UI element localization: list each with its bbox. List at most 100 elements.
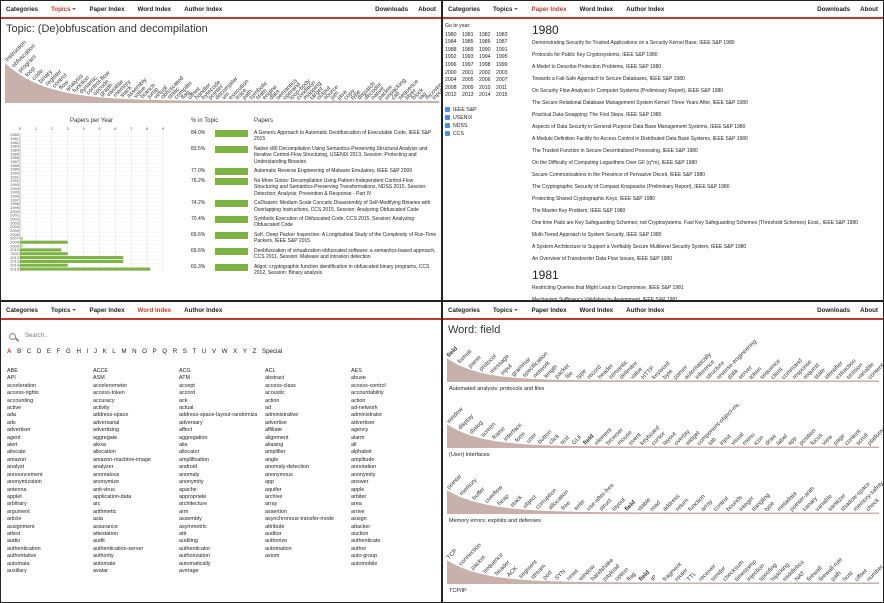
word-link[interactable]: arbiter [351,494,429,501]
paper-link[interactable]: Aspects of Data Security in General-Purp… [532,124,882,130]
nav-topics[interactable]: Topics [493,6,519,13]
word-link[interactable]: argument [7,509,85,516]
word-link[interactable]: avatar [93,568,171,575]
letter-link[interactable]: O [142,348,147,355]
word-link[interactable]: alert [7,442,85,449]
word-link[interactable]: authorize [265,538,343,545]
paper-link[interactable]: A System Architecture to Support a Verif… [532,244,882,250]
word-link[interactable]: acoustic [265,390,343,397]
paper-link[interactable]: Practical Data-Swapping: The First Steps… [532,112,882,118]
paper-link[interactable]: The Secure Relational Database Managemen… [532,100,882,106]
year-link[interactable]: 1988 [445,47,462,55]
year-link[interactable]: 1982 [479,32,496,40]
topic-word[interactable]: TCP [446,548,459,561]
year-link[interactable]: 1991 [496,47,513,55]
nav-author-index[interactable]: Author Index [626,307,664,314]
word-link[interactable]: automate [93,561,171,568]
nav-word-index[interactable]: Word Index [580,6,614,13]
nav-paper-index[interactable]: Paper Index [531,6,566,13]
letter-link[interactable]: Special [262,348,282,355]
search-box[interactable]: Search.. [9,330,429,342]
word-link[interactable]: amplitude [351,457,429,464]
word-link[interactable]: ada [7,412,85,419]
word-link[interactable]: anonymous [265,472,343,479]
word-link[interactable]: article [7,516,85,523]
word-link[interactable]: anonymity [179,479,257,486]
word-link[interactable]: alexa [93,442,171,449]
topic-word[interactable]: text [560,435,571,446]
word-link[interactable]: address-space [93,412,171,419]
year-link[interactable]: 1984 [445,39,462,47]
word-link[interactable]: apache [179,487,257,494]
nav-author-index[interactable]: Author Index [184,307,222,314]
year-link[interactable]: 2013 [462,92,479,100]
word-link[interactable]: attr [179,531,257,538]
word-link[interactable]: activity [93,405,171,412]
year-link[interactable]: 2002 [479,70,496,78]
word-link[interactable]: advertise [265,420,343,427]
venue-filter[interactable]: USENIX [445,114,525,122]
word-link[interactable]: array [265,501,343,508]
word-link[interactable]: allocation [93,449,171,456]
word-link[interactable]: advertiser [351,420,429,427]
nav-about[interactable]: About [860,307,878,314]
word-link[interactable]: average [179,568,257,575]
paper-link[interactable]: The Master Key Problem, IEEE S&P 1980 [532,208,882,214]
letter-link[interactable]: Y [243,348,247,355]
topic-word[interactable]: offset [854,568,869,583]
topic-word[interactable]: user [526,432,538,444]
year-link[interactable]: 1993 [462,54,479,62]
word-link[interactable]: auxiliary [7,568,85,575]
year-link[interactable]: 1983 [496,32,513,40]
letter-link[interactable]: U [202,348,206,355]
word-link[interactable]: auditor [265,531,343,538]
nav-categories[interactable]: Categories [6,6,38,13]
word-link[interactable]: ad [265,405,343,412]
word-link[interactable]: auto-group [351,553,429,560]
venue-filter[interactable]: CCS [445,130,525,138]
paper-link[interactable]: SoK: Deep Packer Inspection: A Longitudi… [254,232,438,245]
year-link[interactable]: 1987 [496,39,513,47]
word-link[interactable]: access-rights [7,390,85,397]
word-link[interactable]: application-data [93,494,171,501]
word-link[interactable]: abstract [265,375,343,382]
year-link[interactable]: 2000 [445,70,462,78]
topic-word[interactable]: port [542,570,554,582]
nav-downloads[interactable]: Downloads [375,6,408,13]
word-link[interactable]: annotation [351,464,429,471]
word-link[interactable]: android [179,464,257,471]
word-link[interactable]: accountability [351,390,429,397]
year-link[interactable]: 2015 [496,92,513,100]
year-link[interactable]: 2011 [496,85,513,93]
paper-link[interactable]: Towards a Fail-Safe Approach to Secure D… [532,76,882,82]
word-link[interactable]: agency [351,427,429,434]
letter-link[interactable]: I [87,348,89,355]
word-link[interactable]: arrive [351,509,429,516]
word-link[interactable]: auditing [179,538,257,545]
word-link[interactable]: attest [7,531,85,538]
word-link[interactable]: apple [351,487,429,494]
paper-link[interactable]: Native x86 Decompilation Using Semantics… [254,146,438,165]
word-link[interactable]: attestation [93,531,171,538]
year-link[interactable]: 2004 [445,77,462,85]
year-link[interactable]: 1992 [445,54,462,62]
paper-link[interactable]: The Trusted Function in Secure Decentral… [532,148,882,154]
word-link[interactable]: assign [351,516,429,523]
letter-link[interactable]: L [112,348,115,355]
word-link[interactable]: ACG [179,368,257,375]
word-link[interactable]: allocate [7,449,85,456]
word-link[interactable]: alignment [265,435,343,442]
year-link[interactable]: 1985 [462,39,479,47]
paper-link[interactable]: Symbolic Execution of Obfuscated Code, C… [254,216,438,229]
letter-link[interactable]: Q [162,348,167,355]
word-link[interactable]: assembly [179,516,257,523]
paper-link[interactable]: A Model to Describe Protection Problems,… [532,64,882,70]
nav-author-index[interactable]: Author Index [184,6,222,13]
letter-link[interactable]: Z [253,348,257,355]
word-link[interactable]: access-token [93,390,171,397]
word-link[interactable]: arithmetic [93,509,171,516]
word-link[interactable]: aquifer [265,487,343,494]
year-link[interactable]: 1981 [462,32,479,40]
paper-link[interactable]: The Cryptographic Security of Compact Kn… [532,184,882,190]
letter-link[interactable]: N [132,348,136,355]
